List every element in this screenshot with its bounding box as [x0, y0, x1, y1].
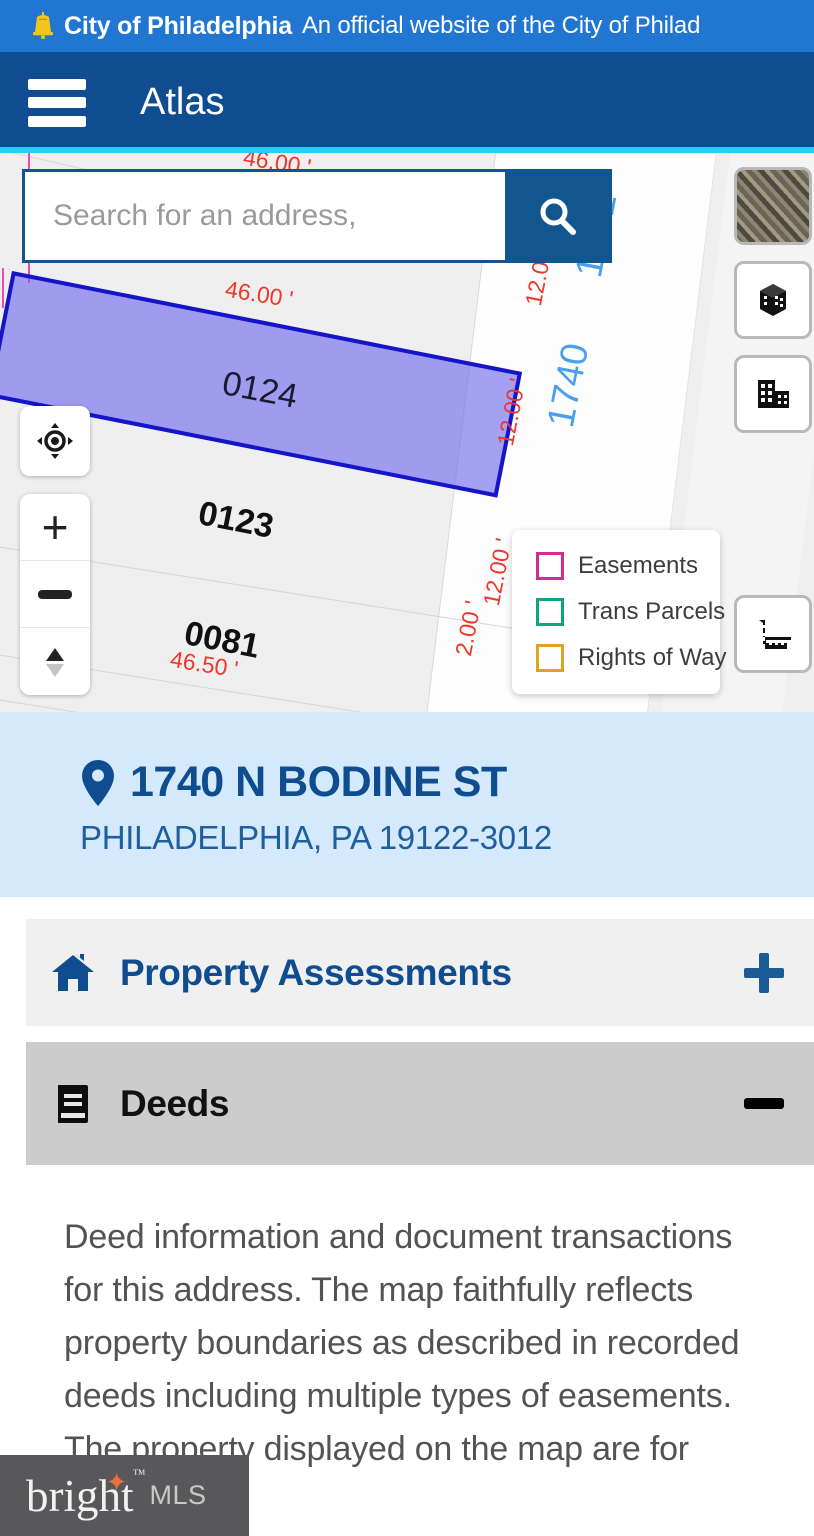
section-title-group: Deeds: [50, 1081, 229, 1127]
official-site-banner: City of Philadelphia An official website…: [0, 0, 814, 52]
property-city-state-zip: PHILADELPHIA, PA 19122-3012: [80, 819, 552, 856]
home-icon: [50, 950, 96, 996]
watermark-brand: bright ✦ ™: [26, 1466, 146, 1522]
zoom-in-icon: +: [41, 501, 69, 553]
property-address-panel: 1740 N BODINE ST PHILADELPHIA, PA 19122-…: [0, 712, 814, 897]
watermark-star-icon: ✦: [105, 1467, 128, 1497]
address-search-box: [22, 169, 612, 263]
easement-line: [2, 268, 4, 308]
legend-item-trans-parcels: Trans Parcels: [536, 598, 725, 626]
map-pin-icon: [80, 759, 116, 807]
app-navbar: Atlas: [0, 52, 814, 153]
search-icon: [540, 198, 576, 235]
legend-label: Trans Parcels: [578, 598, 726, 625]
app-title: Atlas: [140, 81, 225, 123]
buildings-icon: [758, 380, 789, 408]
section-header-deeds[interactable]: Deeds: [26, 1042, 814, 1165]
crosshair-locate-icon: [37, 423, 73, 459]
atlas-app: City of Philadelphia An official website…: [0, 0, 814, 1536]
property-street-address: 1740 N BODINE ST: [130, 758, 507, 806]
watermark-trademark: ™: [132, 1465, 146, 1481]
search-input[interactable]: [25, 172, 505, 260]
liberty-bell-icon: [30, 10, 56, 42]
legend-item-easements: Easements: [536, 552, 720, 580]
zoom-out-button[interactable]: [20, 561, 90, 628]
section-label: Deeds: [120, 1082, 230, 1124]
property-sections: Property Assessments Deeds: [0, 897, 814, 1165]
zoom-control-group: +: [20, 494, 90, 695]
trans-parcels-swatch-icon: [536, 598, 564, 626]
rights-of-way-swatch-icon: [536, 644, 564, 672]
city-name: City of Philadelphia: [64, 11, 292, 40]
expand-property-assessments-icon[interactable]: [744, 952, 784, 993]
legend-label: Easements: [578, 552, 699, 579]
tilt-arrows-icon: [46, 647, 64, 677]
deeds-description: Deed information and document transactio…: [64, 1218, 740, 1469]
dimension-label: 46.00 ': [223, 275, 296, 313]
parcel-label-0123: 0123: [195, 494, 277, 546]
map-viewport[interactable]: 0124 0123 0081 46.00 ' 46.00 ' 46.50 ' 1…: [0, 153, 814, 712]
book-ledger-icon: [50, 1081, 96, 1127]
locate-me-button[interactable]: [20, 406, 90, 476]
ruler-measure-icon: [759, 620, 791, 649]
section-title-group: Property Assessments: [50, 950, 512, 996]
section-label: Property Assessments: [120, 951, 512, 993]
watermark-suffix: MLS: [149, 1480, 207, 1510]
map-canvas[interactable]: 0124 0123 0081 46.00 ' 46.00 ' 46.50 ' 1…: [0, 153, 814, 712]
address-headline: 1740 N BODINE ST: [80, 758, 814, 807]
isometric-building-icon: [760, 284, 786, 316]
legend-label: Rights of Way: [578, 644, 727, 671]
official-website-text: An official website of the City of Phila…: [301, 12, 701, 39]
measure-button[interactable]: [734, 595, 812, 673]
search-button[interactable]: [505, 172, 609, 260]
collapse-deeds-icon[interactable]: [744, 1098, 784, 1109]
satellite-imagery-button[interactable]: [734, 167, 812, 245]
map-legend: Easements Trans Parcels Rights of Way: [512, 530, 727, 694]
bright-mls-watermark: bright ✦ ™ MLS: [0, 1455, 249, 1536]
hamburger-menu-icon[interactable]: [28, 78, 86, 127]
zoom-in-button[interactable]: +: [20, 494, 90, 561]
easements-swatch-icon: [536, 552, 564, 580]
map-layer-button-group: [734, 167, 814, 689]
section-header-property-assessments[interactable]: Property Assessments: [26, 919, 814, 1026]
three-d-buildings-button[interactable]: [734, 261, 812, 339]
map-tilt-button[interactable]: [20, 628, 90, 695]
buildings-button[interactable]: [734, 355, 812, 433]
legend-item-rights-of-way: Rights of Way: [536, 644, 727, 672]
zoom-out-icon: [38, 589, 72, 599]
